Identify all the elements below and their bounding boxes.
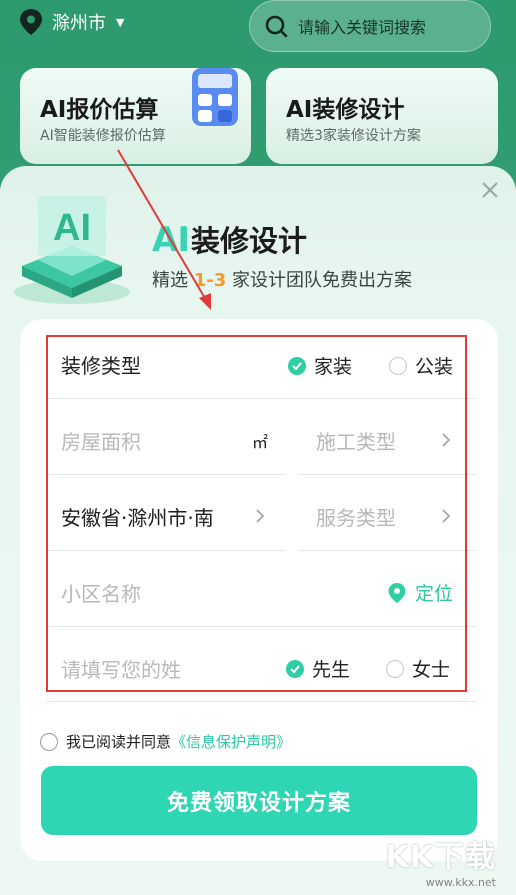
- search-bar[interactable]: 请输入关键词搜索: [249, 0, 491, 52]
- submit-button[interactable]: 免费领取设计方案: [41, 766, 477, 835]
- modal-title: AI 装修设计: [152, 218, 307, 260]
- ai-quote-card-subtitle: AI智能装修报价估算: [40, 128, 166, 144]
- ai-quote-card-title: AI报价估算: [40, 97, 159, 123]
- top-bar: 滁州市 ▼ 请输入关键词搜索: [0, 0, 516, 52]
- agreement-checkbox[interactable]: [40, 732, 58, 751]
- modal-title-rest: 装修设计: [190, 224, 307, 258]
- modal-subtitle-post: 家设计团队免费出方案: [226, 270, 412, 291]
- agreement-row[interactable]: 我已阅读并同意 《信息保护声明》: [40, 731, 291, 752]
- search-icon: [265, 15, 288, 38]
- modal-title-ai: AI: [152, 220, 190, 260]
- ai-design-card[interactable]: AI装修设计 精选3家装修设计方案: [266, 68, 498, 164]
- ai-design-card-subtitle: 精选3家装修设计方案: [286, 128, 421, 144]
- ai-design-card-title: AI装修设计: [286, 97, 405, 123]
- privacy-statement-link[interactable]: 《信息保护声明》: [171, 731, 291, 752]
- ai-chip-illustration: AI: [14, 196, 130, 304]
- agreement-text: 我已阅读并同意: [66, 733, 172, 751]
- modal-subtitle-highlight: 1-3: [193, 270, 227, 291]
- location-pin-icon: [20, 9, 42, 35]
- calculator-icon: [192, 68, 238, 126]
- watermark-url: www.kkx.net: [425, 876, 496, 889]
- city-name: 滁州市: [52, 13, 106, 34]
- city-selector[interactable]: 滁州市 ▼: [18, 8, 124, 36]
- modal-subtitle-pre: 精选: [152, 270, 194, 291]
- watermark-brand: KK下载: [385, 840, 496, 875]
- modal-subtitle: 精选 1-3 家设计团队免费出方案: [152, 266, 412, 292]
- caret-down-icon: ▼: [116, 15, 125, 29]
- watermark: KK下载 www.kkx.net: [386, 832, 497, 889]
- annotation-highlight-box: [46, 335, 467, 692]
- divider: [46, 701, 476, 702]
- ai-illustration-text: AI: [53, 207, 91, 249]
- search-placeholder: 请输入关键词搜索: [298, 18, 427, 37]
- close-icon[interactable]: [480, 180, 500, 200]
